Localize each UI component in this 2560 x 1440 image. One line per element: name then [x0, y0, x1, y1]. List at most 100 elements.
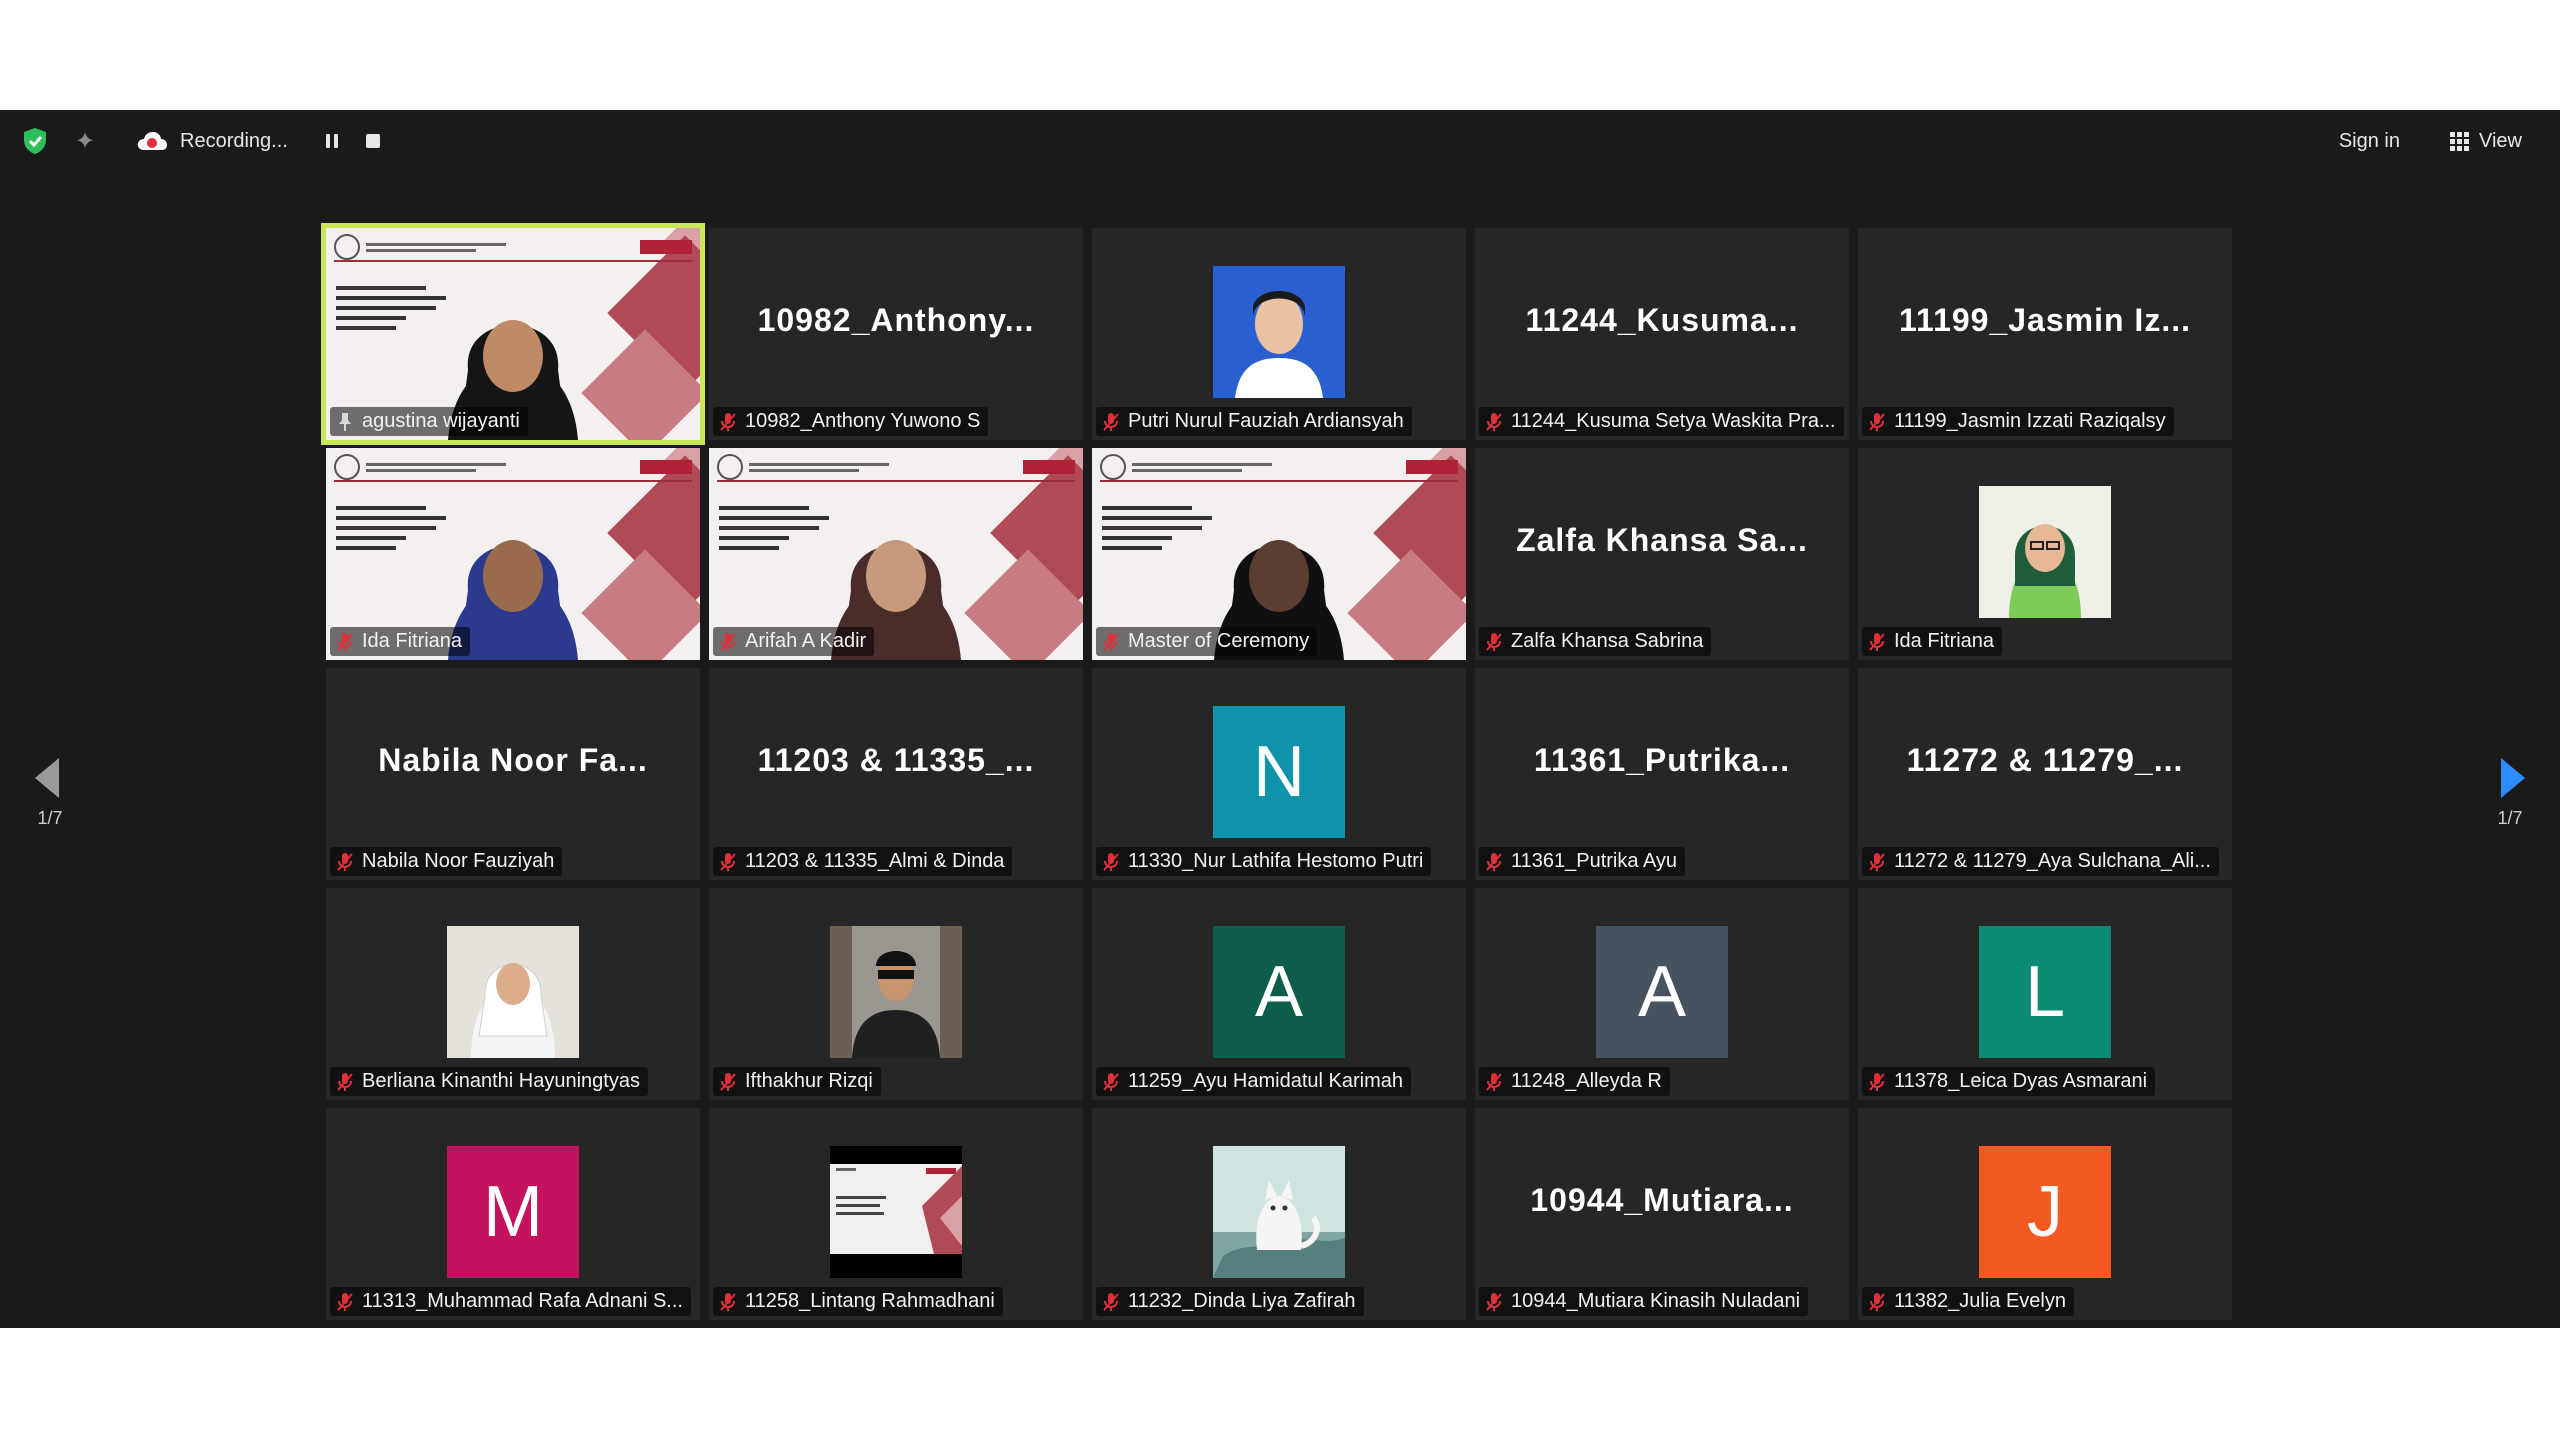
- avatar: A: [1596, 926, 1728, 1058]
- recording-label: Recording...: [180, 129, 288, 152]
- participant-name: 11378_Leica Dyas Asmarani: [1894, 1070, 2148, 1092]
- participant-tile[interactable]: 11258_Lintang Rahmadhani: [709, 1108, 1083, 1320]
- muted-mic-icon: [336, 852, 354, 872]
- avatar-letter: M: [483, 1172, 543, 1252]
- muted-mic-icon: [1868, 412, 1886, 432]
- participant-name-label: Putri Nurul Fauziah Ardiansyah: [1096, 407, 1412, 436]
- participant-tile[interactable]: agustina wijayanti: [321, 223, 705, 445]
- participant-display-name: 11361_Putrika...: [1533, 742, 1791, 778]
- shield-check-icon[interactable]: [18, 124, 52, 158]
- muted-mic-icon: [1485, 1292, 1503, 1312]
- participant-name-label: 11259_Ayu Hamidatul Karimah: [1096, 1067, 1411, 1096]
- sign-in-button[interactable]: Sign in: [2325, 122, 2414, 161]
- participant-tile[interactable]: Putri Nurul Fauziah Ardiansyah: [1092, 228, 1466, 440]
- participant-tile[interactable]: 11361_Putrika... 11361_Putrika Ayu: [1475, 668, 1849, 880]
- participant-display-name: Nabila Noor Fa...: [378, 742, 648, 778]
- muted-mic-icon: [1485, 632, 1503, 652]
- participant-tile[interactable]: 11244_Kusuma... 11244_Kusuma Setya Waskit…: [1475, 228, 1849, 440]
- participant-name: 11313_Muhammad Rafa Adnani S...: [362, 1290, 683, 1312]
- participant-tile[interactable]: 11203 & 11335_... 11203 & 11335_Almi & Di…: [709, 668, 1083, 880]
- muted-mic-icon: [719, 1292, 737, 1312]
- participant-name-label: 11330_Nur Lathifa Hestomo Putri: [1096, 847, 1432, 876]
- participant-display-name: 10944_Mutiara...: [1530, 1182, 1794, 1218]
- muted-mic-icon: [1485, 852, 1503, 872]
- participant-name-label: 11258_Lintang Rahmadhani: [713, 1287, 1003, 1316]
- participant-name-label: 10944_Mutiara Kinasih Nuladani: [1479, 1287, 1809, 1316]
- participant-name: 11244_Kusuma Setya Waskita Pra...: [1511, 410, 1836, 432]
- participant-name: Arifah A Kadir: [745, 630, 867, 652]
- participant-name-label: Ifthakhur Rizqi: [713, 1067, 881, 1096]
- muted-mic-icon: [1485, 1072, 1503, 1092]
- avatar: N: [1213, 706, 1345, 838]
- participant-name-label: 10982_Anthony Yuwono S: [713, 407, 989, 436]
- participant-name: 10982_Anthony Yuwono S: [745, 410, 981, 432]
- participant-tile[interactable]: Ida Fitriana: [326, 448, 700, 660]
- avatar-letter: J: [2027, 1172, 2063, 1252]
- participant-tile[interactable]: N 11330_Nur Lathifa Hestomo Putri: [1092, 668, 1466, 880]
- next-page-button[interactable]: [2494, 748, 2534, 808]
- muted-mic-icon: [1868, 1072, 1886, 1092]
- participant-tile[interactable]: 11272 & 11279_... 11272 & 11279_Aya Sulch…: [1858, 668, 2232, 880]
- muted-mic-icon: [1102, 412, 1120, 432]
- participant-tile[interactable]: Arifah A Kadir: [709, 448, 1083, 660]
- participant-tile[interactable]: Ifthakhur Rizqi: [709, 888, 1083, 1100]
- participant-name-label: Arifah A Kadir: [713, 627, 875, 656]
- grid-view-icon: [2450, 131, 2469, 151]
- participant-name-label: 11382_Julia Evelyn: [1862, 1287, 2074, 1316]
- participant-tile[interactable]: 10982_Anthony... 10982_Anthony Yuwono S: [709, 228, 1083, 440]
- page-indicator-left: 1/7: [37, 808, 63, 828]
- participant-tile[interactable]: 10944_Mutiara... 10944_Mutiara Kinasih Nu…: [1475, 1108, 1849, 1320]
- participant-tile[interactable]: 11232_Dinda Liya Zafirah: [1092, 1108, 1466, 1320]
- participant-name-label: 11199_Jasmin Izzati Raziqalsy: [1862, 407, 2174, 436]
- participant-tile[interactable]: Berliana Kinanthi Hayuningtyas: [326, 888, 700, 1100]
- muted-mic-icon: [1102, 1292, 1120, 1312]
- muted-mic-icon: [719, 412, 737, 432]
- muted-mic-icon: [336, 632, 354, 652]
- participant-tile[interactable]: A 11259_Ayu Hamidatul Karimah: [1092, 888, 1466, 1100]
- participant-tile[interactable]: L 11378_Leica Dyas Asmarani: [1858, 888, 2232, 1100]
- participant-tile[interactable]: Master of Ceremony: [1092, 448, 1466, 660]
- participant-name-label: 11378_Leica Dyas Asmarani: [1862, 1067, 2156, 1096]
- muted-mic-icon: [1102, 632, 1120, 652]
- participant-name-label: Ida Fitriana: [330, 627, 471, 656]
- participant-tile[interactable]: M 11313_Muhammad Rafa Adnani S...: [326, 1108, 700, 1320]
- pause-recording-button[interactable]: [324, 133, 340, 149]
- avatar: J: [1979, 1146, 2111, 1278]
- participant-tile[interactable]: 11199_Jasmin Iz... 11199_Jasmin Izzati Ra…: [1858, 228, 2232, 440]
- profile-photo: [447, 926, 579, 1058]
- participant-name: 11203 & 11335_Almi & Dinda: [745, 850, 1005, 872]
- participant-tile[interactable]: Nabila Noor Fa... Nabila Noor Fauziyah: [326, 668, 700, 880]
- participant-name: 11232_Dinda Liya Zafirah: [1128, 1290, 1356, 1312]
- participant-tile[interactable]: A 11248_Alleyda R: [1475, 888, 1849, 1100]
- page-indicator-right: 1/7: [2497, 808, 2523, 828]
- stop-recording-button[interactable]: [365, 134, 380, 148]
- participant-name: agustina wijayanti: [362, 410, 520, 432]
- arrow-right-icon: [2501, 758, 2525, 798]
- avatar-letter: A: [1254, 952, 1304, 1032]
- view-button[interactable]: View: [2436, 122, 2536, 161]
- view-label: View: [2479, 129, 2522, 152]
- participant-tile[interactable]: Ida Fitriana: [1858, 448, 2232, 660]
- muted-mic-icon: [1102, 852, 1120, 872]
- participant-tile[interactable]: Zalfa Khansa Sa... Zalfa Khansa Sabrina: [1475, 448, 1849, 660]
- arrow-left-icon: [35, 758, 59, 798]
- participant-name-label: agustina wijayanti: [330, 407, 528, 436]
- participant-name-label: 11244_Kusuma Setya Waskita Pra...: [1479, 407, 1844, 436]
- participant-name: 11361_Putrika Ayu: [1511, 850, 1678, 872]
- participant-tile[interactable]: J 11382_Julia Evelyn: [1858, 1108, 2232, 1320]
- participant-name-label: 11361_Putrika Ayu: [1479, 847, 1686, 876]
- participant-name: Berliana Kinanthi Hayuningtyas: [362, 1070, 640, 1092]
- profile-photo: [830, 1146, 962, 1278]
- participant-name: Putri Nurul Fauziah Ardiansyah: [1128, 410, 1404, 432]
- participant-name: Nabila Noor Fauziyah: [362, 850, 555, 872]
- sparkle-icon[interactable]: ✦: [68, 124, 102, 158]
- previous-page-button[interactable]: [26, 748, 66, 808]
- cloud-record-icon: [137, 132, 167, 150]
- avatar: L: [1979, 926, 2111, 1058]
- participant-name: 11382_Julia Evelyn: [1894, 1290, 2066, 1312]
- participant-name: 11258_Lintang Rahmadhani: [745, 1290, 995, 1312]
- avatar-letter: A: [1637, 952, 1687, 1032]
- participant-name-label: 11313_Muhammad Rafa Adnani S...: [330, 1287, 691, 1316]
- avatar: M: [447, 1146, 579, 1278]
- participant-display-name: Zalfa Khansa Sa...: [1516, 522, 1808, 558]
